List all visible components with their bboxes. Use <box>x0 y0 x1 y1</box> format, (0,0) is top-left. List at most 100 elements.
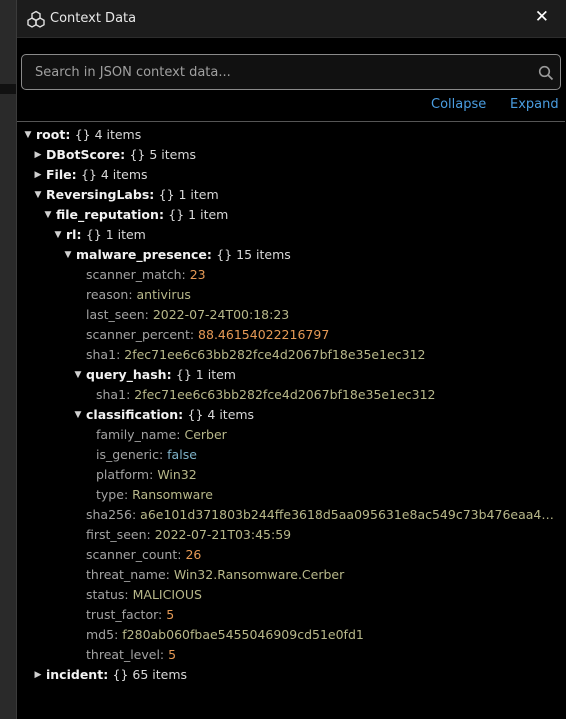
search-input[interactable] <box>22 55 522 89</box>
tree-node[interactable]: ▶ File: {} 4 items <box>32 165 148 185</box>
tree-leaf: status: MALICIOUS <box>86 585 202 605</box>
tree-value: 26 <box>185 547 202 562</box>
tree-node-count: {} 4 items <box>80 167 148 182</box>
tree-node-count: {} 15 items <box>216 247 291 262</box>
tree-key: sha1 <box>86 347 117 362</box>
tree-node-count: {} 5 items <box>129 147 197 162</box>
tree-value: Win32.Ransomware.Cerber <box>173 567 345 582</box>
tree-value: 88.46154022216797 <box>198 327 330 342</box>
tree-leaf: scanner_count: 26 <box>86 545 201 565</box>
tree-leaf: md5: f280ab060fbae5455046909cd51e0fd1 <box>86 625 364 645</box>
tree-value: false <box>167 447 197 462</box>
tree-key: family_name <box>96 427 177 442</box>
context-data-icon <box>27 10 45 28</box>
tree-key: incident <box>46 667 104 682</box>
tree-key: file_reputation <box>56 207 159 222</box>
tree-leaf: threat_name: Win32.Ransomware.Cerber <box>86 565 344 585</box>
caret-down-icon[interactable]: ▼ <box>42 205 54 225</box>
search-box <box>21 54 561 90</box>
caret-right-icon[interactable]: ▶ <box>32 665 44 685</box>
tree-key: scanner_count <box>86 547 178 562</box>
tree-key: threat_name <box>86 567 166 582</box>
tree-key: malware_presence <box>76 247 207 262</box>
caret-right-icon[interactable]: ▶ <box>32 145 44 165</box>
tree-colon: : <box>144 307 153 322</box>
tree-colon: : <box>124 587 133 602</box>
tree-value: 2022-07-21T03:45:59 <box>154 527 292 542</box>
tree-key: platform <box>96 467 150 482</box>
tree-colon: : <box>206 247 217 262</box>
divider <box>17 121 565 122</box>
expand-button[interactable]: Expand <box>510 97 559 112</box>
tree-leaf: sha1: 2fec71ee6c63bb282fce4d2067bf18e35e… <box>96 385 435 405</box>
tree-key: reason <box>86 287 129 302</box>
tree-value: 2fec71ee6c63bb282fce4d2067bf18e35e1ec312 <box>134 387 436 402</box>
tree-node-count: {} 4 items <box>187 407 255 422</box>
tree-value: antivirus <box>136 287 191 302</box>
tree-leaf: family_name: Cerber <box>96 425 227 445</box>
tree-value: MALICIOUS <box>132 587 202 602</box>
tree-leaf: is_generic: false <box>96 445 197 465</box>
tree-key: type <box>96 487 124 502</box>
tree-value: 5 <box>166 607 175 622</box>
caret-down-icon[interactable]: ▼ <box>52 225 64 245</box>
tree-colon: : <box>146 527 155 542</box>
tree-node[interactable]: ▼ query_hash: {} 1 item <box>72 365 236 385</box>
tree-colon: : <box>149 187 159 202</box>
tree-leaf: scanner_match: 23 <box>86 265 206 285</box>
tree-colon: : <box>128 287 137 302</box>
tree-leaf: last_seen: 2022-07-24T00:18:23 <box>86 305 289 325</box>
tree-node-count: {} 1 item <box>158 187 219 202</box>
tree-actions: Collapse Expand <box>17 97 566 115</box>
tree-value: 2022-07-24T00:18:23 <box>152 307 290 322</box>
tree-colon: : <box>158 207 169 222</box>
tree-value: Cerber <box>184 427 227 442</box>
tree-key: status <box>86 587 125 602</box>
tree-value: f280ab060fbae5455046909cd51e0fd1 <box>122 627 364 642</box>
tree-leaf: sha256: a6e101d371803b244ffe3618d5aa0956… <box>86 505 560 525</box>
tree-leaf: scanner_percent: 88.46154022216797 <box>86 325 329 345</box>
tree-key: ReversingLabs <box>46 187 150 202</box>
tree-key: last_seen <box>86 307 145 322</box>
tree-node-count: {} 65 items <box>112 667 188 682</box>
caret-right-icon[interactable]: ▶ <box>32 165 44 185</box>
tree-node[interactable]: ▼ malware_presence: {} 15 items <box>62 245 291 265</box>
tree-key: rl <box>66 227 77 242</box>
tree-leaf: threat_level: 5 <box>86 645 176 665</box>
tree-value: 2fec71ee6c63bb282fce4d2067bf18e35e1ec312 <box>124 347 426 362</box>
caret-down-icon[interactable]: ▼ <box>32 185 44 205</box>
tree-key: scanner_percent <box>86 327 190 342</box>
caret-down-icon[interactable]: ▼ <box>22 125 34 145</box>
collapse-button[interactable]: Collapse <box>431 97 486 112</box>
tree-node[interactable]: ▶ DBotScore: {} 5 items <box>32 145 197 165</box>
tree-node[interactable]: ▼ file_reputation: {} 1 item <box>42 205 229 225</box>
tree-node[interactable]: ▼ ReversingLabs: {} 1 item <box>32 185 219 205</box>
caret-down-icon[interactable]: ▼ <box>72 365 84 385</box>
close-icon[interactable]: ✕ <box>535 7 549 27</box>
caret-down-icon[interactable]: ▼ <box>62 245 74 265</box>
tree-colon: : <box>165 567 174 582</box>
tree-node[interactable]: ▼ rl: {} 1 item <box>52 225 146 245</box>
tree-node[interactable]: ▼ root: {} 4 items <box>22 125 142 145</box>
tree-node-count: {} 1 item <box>175 367 236 382</box>
tree-leaf: reason: antivirus <box>86 285 191 305</box>
tree-value: Ransomware <box>132 487 213 502</box>
tree-colon: : <box>123 487 133 502</box>
tree-key: trust_factor <box>86 607 159 622</box>
tree-node[interactable]: ▶ incident: {} 65 items <box>32 665 188 685</box>
tree-colon: : <box>159 647 169 662</box>
tree-colon: : <box>76 227 86 242</box>
tree-colon: : <box>189 327 199 342</box>
panel-title: Context Data <box>50 11 137 26</box>
tree-colon: : <box>131 507 141 522</box>
search-icon[interactable] <box>538 65 554 81</box>
tree-leaf: trust_factor: 5 <box>86 605 174 625</box>
tree-value: a6e101d371803b244ffe3618d5aa095631e8ac54… <box>140 507 561 522</box>
tree-key: sha256 <box>86 507 132 522</box>
caret-down-icon[interactable]: ▼ <box>72 405 84 425</box>
tree-colon: : <box>71 167 81 182</box>
tree-key: query_hash <box>86 367 167 382</box>
tree-key: classification <box>86 407 179 422</box>
tree-node[interactable]: ▼ classification: {} 4 items <box>72 405 255 425</box>
tree-key: DBotScore <box>46 147 121 162</box>
